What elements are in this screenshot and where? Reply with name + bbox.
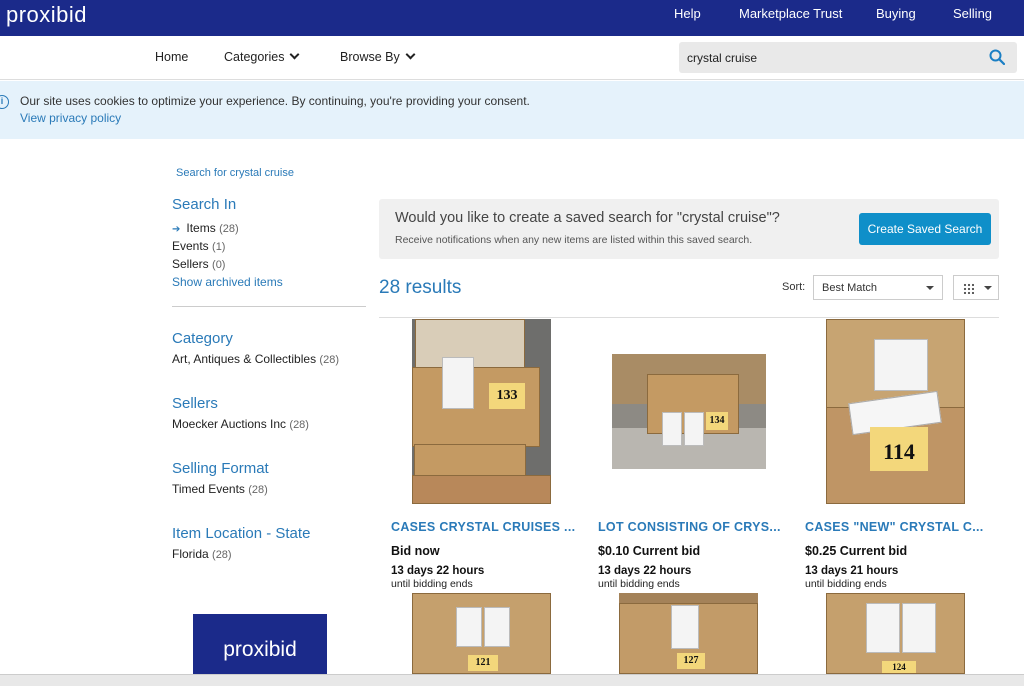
caret-down-icon xyxy=(926,286,934,290)
item-ends-2: until bidding ends xyxy=(598,578,680,590)
item-image-1[interactable]: 133 xyxy=(412,319,551,504)
bottom-scroll-strip xyxy=(0,674,1024,686)
lot-tag: 121 xyxy=(468,655,498,671)
sort-select[interactable]: Best Match xyxy=(813,275,943,300)
search-in-heading: Search In xyxy=(172,196,237,213)
item-time-2: 13 days 22 hours xyxy=(598,565,692,577)
breadcrumb[interactable]: Search for crystal cruise xyxy=(176,167,294,179)
chevron-down-icon xyxy=(290,49,300,60)
info-icon: i xyxy=(0,95,9,109)
item-bid-2: $0.10 Current bid xyxy=(598,544,701,558)
nav-buying[interactable]: Buying xyxy=(876,6,916,21)
item-time-1: 13 days 22 hours xyxy=(391,565,485,577)
lot-tag: 127 xyxy=(677,653,705,669)
search-input[interactable] xyxy=(679,42,979,73)
view-toggle[interactable] xyxy=(953,275,999,300)
item-location-heading: Item Location - State xyxy=(172,525,311,542)
lot-tag: 124 xyxy=(882,661,916,673)
item-title-1[interactable]: CASES CRYSTAL CRUISES ... xyxy=(391,520,575,534)
caret-down-icon xyxy=(984,286,992,290)
item-bid-1: Bid now xyxy=(391,544,440,558)
search-icon[interactable] xyxy=(989,49,1005,65)
search-box xyxy=(679,42,1017,73)
proxibid-logo[interactable]: proxibid xyxy=(6,2,87,28)
item-bid-3: $0.25 Current bid xyxy=(805,544,908,558)
nav-selling[interactable]: Selling xyxy=(953,6,992,21)
saved-search-question: Would you like to create a saved search … xyxy=(395,210,780,226)
selling-format-heading: Selling Format xyxy=(172,460,269,477)
cookie-banner: i Our site uses cookies to optimize your… xyxy=(0,81,1024,139)
seller-filter[interactable]: Moecker Auctions Inc (28) xyxy=(172,417,309,431)
nav-help[interactable]: Help xyxy=(674,6,701,21)
sellers-heading: Sellers xyxy=(172,395,218,412)
nav-home[interactable]: Home xyxy=(155,50,188,64)
nav-marketplace-trust[interactable]: Marketplace Trust xyxy=(739,6,842,21)
selling-format-filter[interactable]: Timed Events (28) xyxy=(172,482,268,496)
create-saved-search-button[interactable]: Create Saved Search xyxy=(859,213,991,245)
item-location-filter[interactable]: Florida (28) xyxy=(172,547,232,561)
nav-categories[interactable]: Categories xyxy=(224,49,300,64)
cookie-message: Our site uses cookies to optimize your e… xyxy=(20,94,530,108)
item-image-4[interactable]: 121 xyxy=(412,593,551,674)
secondary-nav: Home Categories Browse By xyxy=(0,36,1024,80)
item-title-2[interactable]: LOT CONSISTING OF CRYS... xyxy=(598,520,781,534)
lot-tag: 114 xyxy=(870,427,928,471)
results-count: 28 results xyxy=(379,277,462,298)
lot-tag: 134 xyxy=(706,412,728,430)
item-ends-3: until bidding ends xyxy=(805,578,887,590)
search-in-events[interactable]: Events (1) xyxy=(172,239,225,253)
category-heading: Category xyxy=(172,330,233,347)
show-archived-link[interactable]: Show archived items xyxy=(172,275,283,289)
privacy-policy-link[interactable]: View privacy policy xyxy=(20,111,121,125)
item-time-3: 13 days 21 hours xyxy=(805,565,899,577)
chevron-down-icon xyxy=(405,49,416,60)
item-image-6[interactable]: 124 xyxy=(826,593,965,674)
item-title-3[interactable]: CASES "NEW" CRYSTAL C... xyxy=(805,520,984,534)
sidebar-divider xyxy=(172,306,366,307)
saved-search-subtext: Receive notifications when any new items… xyxy=(395,234,753,246)
search-in-items[interactable]: ➔ Items (28) xyxy=(172,221,239,235)
category-filter[interactable]: Art, Antiques & Collectibles (28) xyxy=(172,352,339,366)
grid-view-icon xyxy=(963,283,974,294)
sort-label: Sort: xyxy=(782,281,806,293)
search-in-sellers[interactable]: Sellers (0) xyxy=(172,257,225,271)
saved-search-panel: Would you like to create a saved search … xyxy=(379,199,999,259)
lot-tag: 133 xyxy=(489,383,525,409)
item-image-5[interactable]: 127 xyxy=(619,593,758,674)
top-bar: proxibid Help Marketplace Trust Buying S… xyxy=(0,0,1024,36)
results-divider xyxy=(379,317,999,318)
arrow-right-icon: ➔ xyxy=(172,224,181,235)
nav-browse-by[interactable]: Browse By xyxy=(340,49,416,64)
item-image-2[interactable]: 134 xyxy=(612,354,766,469)
item-image-3[interactable]: 114 xyxy=(826,319,965,504)
item-ends-1: until bidding ends xyxy=(391,578,473,590)
